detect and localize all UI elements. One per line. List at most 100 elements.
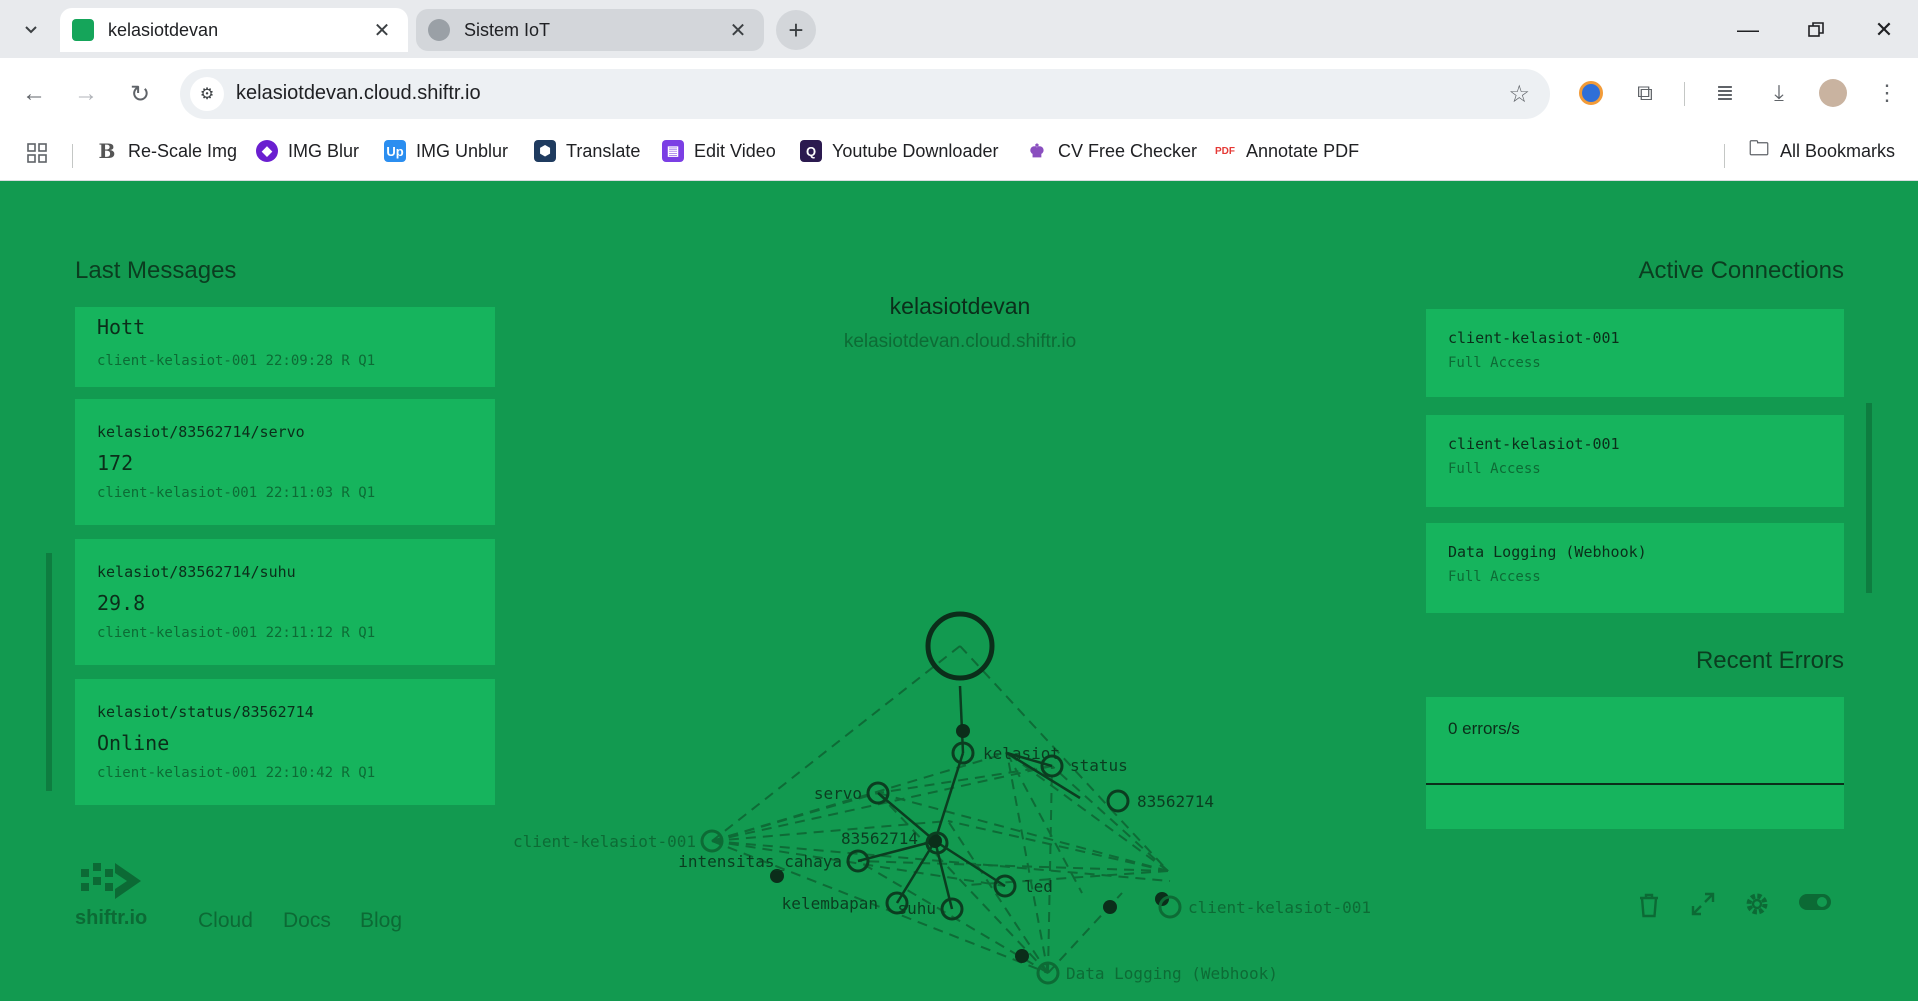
message-topic: kelasiot/83562714/servo (97, 423, 305, 441)
graph-solid-links (857, 685, 1081, 910)
connection-name: Data Logging (Webhook) (1448, 543, 1647, 561)
minimize-icon: — (1737, 17, 1759, 42)
message-card[interactable]: kelasiot/status/83562714 Online client-k… (75, 679, 495, 805)
bookmark-img-blur[interactable]: ◆ IMG Blur (256, 140, 359, 162)
connections-scrollbar[interactable] (1866, 403, 1872, 593)
node-label-servo: servo (814, 784, 862, 803)
reload-icon: ↻ (129, 80, 151, 108)
restore-icon (1808, 22, 1824, 37)
footer-link-blog[interactable]: Blog (360, 909, 402, 933)
youtube-downloader-icon: Q (800, 140, 822, 162)
forward-button[interactable]: → (68, 76, 104, 112)
extension-button[interactable] (1572, 74, 1610, 112)
cv-checker-icon: ♚ (1026, 140, 1048, 162)
node-label-suhu: suhu (897, 899, 936, 918)
apps-button[interactable] (26, 142, 48, 164)
tab-kelasiotdevan[interactable]: kelasiotdevan ✕ (60, 8, 408, 52)
bookmark-label: Youtube Downloader (832, 140, 999, 161)
connection-access: Full Access (1448, 461, 1541, 477)
tab-title: Sistem IoT (464, 19, 551, 40)
connection-card[interactable]: Data Logging (Webhook) Full Access (1426, 523, 1844, 613)
trash-icon (1640, 893, 1658, 918)
bookmark-label: IMG Unblur (416, 140, 509, 161)
connection-card[interactable]: client-kelasiot-001 Full Access (1426, 309, 1844, 397)
settings-button[interactable] (1744, 891, 1774, 921)
minimize-button[interactable]: — (1726, 12, 1770, 48)
connection-name: client-kelasiot-001 (1448, 435, 1620, 453)
close-tab-icon[interactable]: ✕ (724, 18, 752, 43)
bookmark-label: Translate (566, 140, 641, 161)
shiftr-logo-icon (81, 863, 141, 899)
folder-icon: 🗀 (1748, 138, 1770, 162)
active-connections-title: Active Connections (1638, 257, 1844, 284)
close-window-button[interactable]: ✕ (1862, 12, 1906, 48)
close-tab-icon[interactable]: ✕ (368, 18, 396, 43)
topic-graph[interactable]: kelasiot status 83562714 servo 83562714 … (480, 541, 1420, 1001)
message-meta: client-kelasiot-001 22:11:03 R Q1 (97, 485, 376, 501)
pdf-icon: PDF (1214, 140, 1236, 162)
chevron-down-icon (25, 26, 37, 34)
globe-icon (428, 19, 450, 41)
all-bookmarks-button[interactable]: 🗀 All Bookmarks (1748, 138, 1895, 162)
bookmarks-bar: B Re-Scale Img ◆ IMG Blur Up IMG Unblur ⬢ Tr… (0, 128, 1918, 181)
expand-icon (1691, 892, 1715, 916)
bookmark-star-icon[interactable]: ☆ (1508, 80, 1530, 109)
messages-scrollbar[interactable] (46, 553, 52, 791)
node-label-kelembapan: kelembapan (782, 894, 878, 913)
message-card[interactable]: kelasiot/83562714/suhu 29.8 client-kelas… (75, 539, 495, 665)
shiftr-logo[interactable]: shiftr.io (75, 859, 165, 939)
bookmark-translate[interactable]: ⬢ Translate (534, 140, 640, 162)
fullscreen-button[interactable] (1690, 891, 1720, 921)
url-text[interactable]: kelasiotdevan.cloud.shiftr.io (236, 82, 481, 105)
message-card[interactable]: Hott client-kelasiot-001 22:09:28 R Q1 (75, 307, 495, 387)
restore-button[interactable] (1794, 12, 1838, 48)
bookmark-label: Re-Scale Img (128, 140, 238, 161)
extensions-button[interactable]: ⧉ (1626, 74, 1664, 112)
tab-search-button[interactable] (14, 12, 48, 46)
clear-button[interactable] (1636, 891, 1666, 921)
bookmark-cv-free-checker[interactable]: ♚ CV Free Checker (1026, 140, 1197, 162)
footer-link-docs[interactable]: Docs (283, 909, 331, 933)
message-meta: client-kelasiot-001 22:10:42 R Q1 (97, 765, 376, 781)
grid-icon (27, 143, 47, 163)
bookmarks-separator (72, 144, 73, 168)
back-button[interactable]: ← (16, 76, 52, 112)
bookmarks-separator (1724, 144, 1725, 168)
logo-text: shiftr.io (75, 907, 148, 929)
media-controls-button[interactable]: ≣ (1706, 74, 1744, 112)
connection-access: Full Access (1448, 355, 1541, 371)
translate-icon: ⬢ (534, 140, 556, 162)
address-bar[interactable]: ⚙ kelasiotdevan.cloud.shiftr.io ☆ (180, 69, 1550, 119)
theme-toggle[interactable] (1798, 891, 1832, 921)
site-info-icon[interactable]: ⚙ (190, 77, 224, 111)
recent-errors-title: Recent Errors (1695, 647, 1844, 674)
img-unblur-icon: Up (384, 140, 406, 162)
connection-access: Full Access (1448, 569, 1541, 585)
bookmark-label: CV Free Checker (1058, 140, 1198, 161)
plus-icon: + (788, 14, 804, 45)
downloads-button[interactable]: ⤓ (1760, 74, 1798, 112)
arrow-right-icon: → (74, 80, 98, 107)
footer-link-cloud[interactable]: Cloud (198, 909, 253, 933)
node-label-intensitas: intensitas_cahaya (678, 852, 842, 871)
bookmark-rescale-img[interactable]: B Re-Scale Img (96, 139, 238, 163)
tab-title: kelasiotdevan (108, 19, 219, 40)
toolbar-separator (1684, 82, 1685, 106)
bookmark-edit-video[interactable]: ▤ Edit Video (662, 140, 776, 162)
new-tab-button[interactable]: + (776, 10, 816, 50)
tab-sistem-iot[interactable]: Sistem IoT ✕ (416, 9, 764, 51)
node-label-status: status (1070, 756, 1128, 775)
profile-button[interactable] (1814, 74, 1852, 112)
node-label-webhook: Data Logging (Webhook) (1066, 964, 1278, 983)
menu-button[interactable]: ⋮ (1868, 74, 1906, 112)
bookmark-annotate-pdf[interactable]: PDF Annotate PDF (1214, 140, 1359, 162)
message-card[interactable]: kelasiot/83562714/servo 172 client-kelas… (75, 399, 495, 525)
bookmark-label: Edit Video (694, 140, 776, 161)
connection-card[interactable]: client-kelasiot-001 Full Access (1426, 415, 1844, 507)
reload-button[interactable]: ↻ (122, 76, 158, 112)
shiftr-dashboard: Last Messages Hott client-kelasiot-001 2… (0, 181, 1918, 1000)
connection-name: client-kelasiot-001 (1448, 329, 1620, 347)
bookmark-youtube-downloader[interactable]: Q Youtube Downloader (800, 140, 998, 162)
bookmark-img-unblur[interactable]: Up IMG Unblur (384, 140, 508, 162)
last-messages-title: Last Messages (75, 257, 237, 284)
